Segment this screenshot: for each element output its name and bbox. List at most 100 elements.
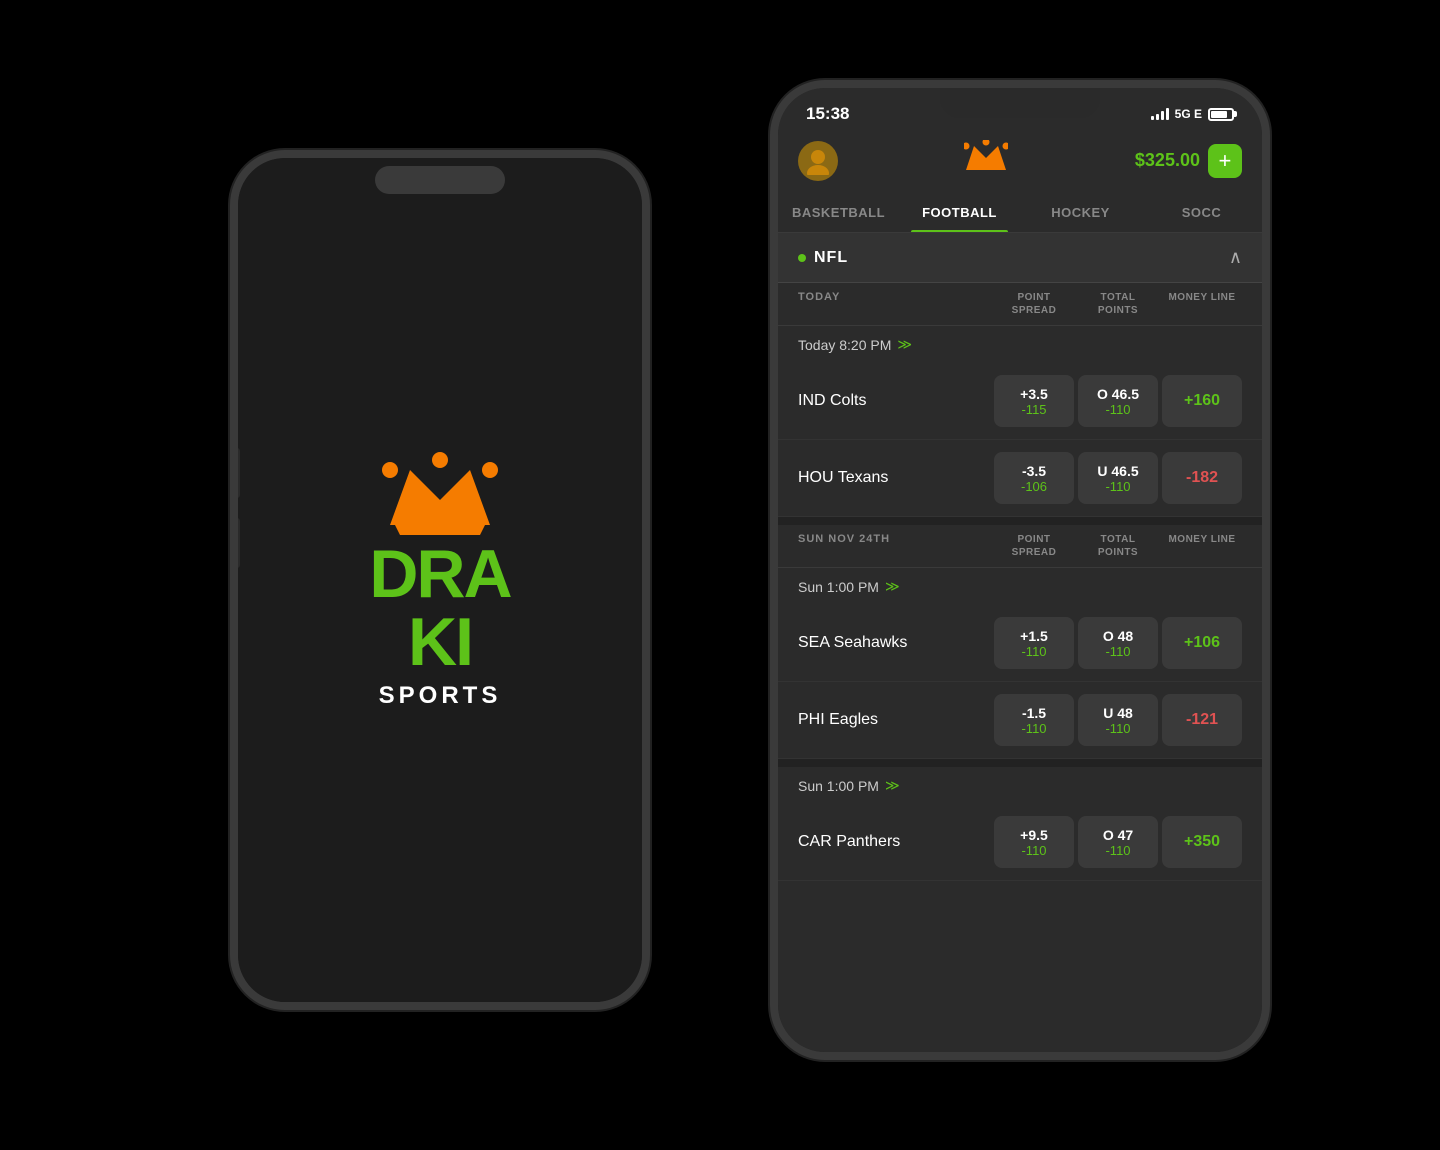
col-point-spread-2: POINTSPREAD xyxy=(994,533,1074,559)
col-total-points: TOTALPOINTS xyxy=(1078,291,1158,317)
hou-texans-money[interactable]: -182 xyxy=(1162,452,1242,504)
col-total-points-2: TOTALPOINTS xyxy=(1078,533,1158,559)
sun-col-headers: POINTSPREAD TOTALPOINTS MONEY LINE xyxy=(994,533,1242,559)
sport-tabs: BASKETBALL FOOTBALL HOCKEY SOCC xyxy=(778,193,1262,233)
league-name: NFL xyxy=(814,249,848,267)
team-name-ind-colts: IND Colts xyxy=(798,392,994,410)
sea-seahawks-spread[interactable]: +1.5 -110 xyxy=(994,617,1074,669)
tab-basketball[interactable]: BASKETBALL xyxy=(778,193,899,232)
phi-eagles-spread-sub: -110 xyxy=(1021,721,1046,736)
today-section-header: TODAY POINTSPREAD TOTALPOINTS MONEY LINE xyxy=(778,283,1262,326)
col-money-line-2: MONEY LINE xyxy=(1162,533,1242,559)
main-content: NFL ∧ TODAY POINTSPREAD TOTALPOINTS MONE… xyxy=(778,233,1262,1052)
sea-seahawks-total-main: O 48 xyxy=(1103,628,1133,644)
hou-texans-spread-main: -3.5 xyxy=(1022,463,1046,479)
add-funds-button[interactable]: + xyxy=(1208,144,1242,178)
game-time-text-1: Today 8:20 PM xyxy=(798,337,891,353)
sun-label: SUN NOV 24TH xyxy=(798,533,994,559)
hou-texans-total-sub: -110 xyxy=(1105,479,1130,494)
dk-app-logo xyxy=(964,140,1008,181)
game-time-text-3: Sun 1:00 PM xyxy=(798,778,879,794)
sea-seahawks-spread-sub: -110 xyxy=(1021,644,1046,659)
today-col-headers: POINTSPREAD TOTALPOINTS MONEY LINE xyxy=(994,291,1242,317)
phi-eagles-money[interactable]: -121 xyxy=(1162,694,1242,746)
sea-seahawks-spread-main: +1.5 xyxy=(1020,628,1048,644)
phi-eagles-money-val: -121 xyxy=(1186,711,1218,729)
car-panthers-total[interactable]: O 47 -110 xyxy=(1078,816,1158,868)
sun-section-header: SUN NOV 24TH POINTSPREAD TOTALPOINTS MON… xyxy=(778,525,1262,568)
car-panthers-money[interactable]: +350 xyxy=(1162,816,1242,868)
sea-seahawks-total[interactable]: O 48 -110 xyxy=(1078,617,1158,669)
team-name-phi-eagles: PHI Eagles xyxy=(798,711,994,729)
game-time-arrow-1[interactable]: ≫ xyxy=(897,336,912,353)
car-panthers-spread[interactable]: +9.5 -110 xyxy=(994,816,1074,868)
car-panthers-total-sub: -110 xyxy=(1105,843,1130,858)
section-divider-1 xyxy=(778,517,1262,525)
avatar[interactable] xyxy=(798,141,838,181)
signal-icon xyxy=(1151,108,1169,120)
car-panthers-money-val: +350 xyxy=(1184,833,1220,851)
league-header: NFL ∧ xyxy=(778,233,1262,283)
dk-sports-text: SPORTS xyxy=(379,682,502,710)
car-panthers-odds: +9.5 -110 O 47 -110 +350 xyxy=(994,816,1242,868)
balance-area: $325.00 + xyxy=(1135,144,1242,178)
collapse-icon[interactable]: ∧ xyxy=(1229,247,1242,268)
phi-eagles-total[interactable]: U 48 -110 xyxy=(1078,694,1158,746)
dk-text-line2: KI xyxy=(408,608,472,676)
sea-seahawks-total-sub: -110 xyxy=(1105,644,1130,659)
draftkings-logo: DRA KI SPORTS xyxy=(369,450,510,710)
game-row-car-panthers: CAR Panthers +9.5 -110 O 47 -110 +350 xyxy=(778,804,1262,881)
back-side-button2 xyxy=(234,518,240,568)
user-avatar-icon xyxy=(804,147,832,175)
today-label: TODAY xyxy=(798,291,994,317)
team-name-car-panthers: CAR Panthers xyxy=(798,833,994,851)
game-time-arrow-3[interactable]: ≫ xyxy=(885,777,900,794)
battery-icon xyxy=(1208,108,1234,121)
game-row-ind-colts: IND Colts +3.5 -115 O 46.5 -110 +160 xyxy=(778,363,1262,440)
team-name-sea-seahawks: SEA Seahawks xyxy=(798,634,994,652)
car-panthers-total-main: O 47 xyxy=(1103,827,1133,843)
hou-texans-spread[interactable]: -3.5 -106 xyxy=(994,452,1074,504)
game-time-arrow-2[interactable]: ≫ xyxy=(885,578,900,595)
game-row-sea-seahawks: SEA Seahawks +1.5 -110 O 48 -110 +106 xyxy=(778,605,1262,682)
tab-hockey[interactable]: HOCKEY xyxy=(1020,193,1141,232)
ind-colts-money[interactable]: +160 xyxy=(1162,375,1242,427)
ind-colts-total-main: O 46.5 xyxy=(1097,386,1139,402)
hou-texans-spread-sub: -106 xyxy=(1021,479,1047,494)
phi-eagles-spread-main: -1.5 xyxy=(1022,705,1046,721)
car-panthers-spread-main: +9.5 xyxy=(1020,827,1048,843)
phi-eagles-spread[interactable]: -1.5 -110 xyxy=(994,694,1074,746)
ind-colts-total-sub: -110 xyxy=(1105,402,1130,417)
phi-eagles-odds: -1.5 -110 U 48 -110 -121 xyxy=(994,694,1242,746)
ind-colts-spread[interactable]: +3.5 -115 xyxy=(994,375,1074,427)
phi-eagles-total-main: U 48 xyxy=(1103,705,1133,721)
hou-texans-odds: -3.5 -106 U 46.5 -110 -182 xyxy=(994,452,1242,504)
balance-display: $325.00 xyxy=(1135,150,1200,171)
tab-soccer[interactable]: SOCC xyxy=(1141,193,1262,232)
sea-seahawks-money[interactable]: +106 xyxy=(1162,617,1242,669)
network-label: 5G E xyxy=(1175,107,1202,121)
game-row-hou-texans: HOU Texans -3.5 -106 U 46.5 -110 -182 xyxy=(778,440,1262,517)
scene: DRA KI SPORTS 15:38 xyxy=(170,50,1270,1100)
game-time-today: Today 8:20 PM ≫ xyxy=(778,326,1262,363)
front-phone: 15:38 5G E xyxy=(770,80,1270,1060)
sea-seahawks-odds: +1.5 -110 O 48 -110 +106 xyxy=(994,617,1242,669)
hou-texans-money-val: -182 xyxy=(1186,469,1218,487)
team-name-hou-texans: HOU Texans xyxy=(798,469,994,487)
dk-text-line1: DRA xyxy=(369,540,510,608)
tab-football[interactable]: FOOTBALL xyxy=(899,193,1020,232)
hou-texans-total-main: U 46.5 xyxy=(1097,463,1138,479)
draftkings-logo-icon xyxy=(964,140,1008,176)
ind-colts-total[interactable]: O 46.5 -110 xyxy=(1078,375,1158,427)
ind-colts-money-val: +160 xyxy=(1184,392,1220,410)
ind-colts-odds: +3.5 -115 O 46.5 -110 +160 xyxy=(994,375,1242,427)
hou-texans-total[interactable]: U 46.5 -110 xyxy=(1078,452,1158,504)
front-notch xyxy=(940,88,1100,118)
back-phone: DRA KI SPORTS xyxy=(230,150,650,1010)
status-icons: 5G E xyxy=(1151,107,1234,121)
back-side-button1 xyxy=(234,448,240,498)
ind-colts-spread-main: +3.5 xyxy=(1020,386,1048,402)
section-divider-2 xyxy=(778,759,1262,767)
league-live-dot xyxy=(798,254,806,262)
status-time: 15:38 xyxy=(806,104,849,124)
